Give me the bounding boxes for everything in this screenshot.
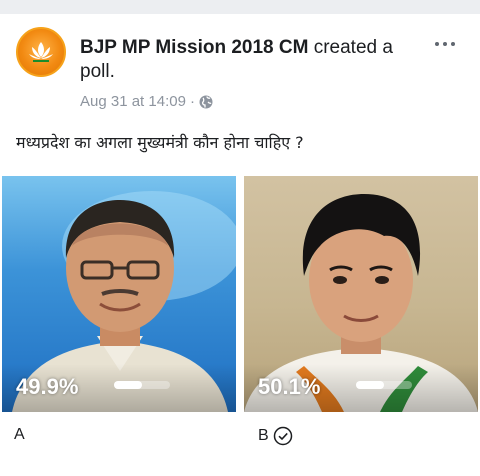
meta-separator: · [189, 93, 195, 110]
option-a-percent: 49.9% [16, 374, 79, 399]
feed-background-strip [0, 0, 480, 14]
facebook-post-screenshot: BJP MP Mission 2018 CM created a poll. A… [0, 0, 480, 476]
option-b-vote-bar [356, 381, 412, 389]
option-b-letter: B [258, 427, 269, 444]
more-options-icon [435, 42, 439, 46]
option-a-letter: A [14, 426, 25, 443]
post-meta: Aug 31 at 14:09 · [80, 93, 213, 110]
poll-option-a[interactable]: 49.9% [2, 176, 236, 412]
poll-option-b[interactable]: 50.1% [244, 176, 478, 412]
bjp-lotus-logo-icon [29, 42, 53, 62]
author-name-link[interactable]: BJP MP Mission 2018 CM [80, 37, 308, 58]
option-b-vote-bar-fill [356, 381, 385, 389]
option-a-label[interactable]: A [14, 426, 25, 444]
option-b-percent: 50.1% [258, 374, 321, 399]
globe-icon[interactable] [199, 95, 213, 109]
option-b-label[interactable]: B [258, 426, 293, 446]
more-options-dot [451, 42, 455, 46]
post-timestamp[interactable]: Aug 31 at 14:09 [80, 93, 186, 110]
more-options-button[interactable] [430, 36, 460, 52]
option-a-vote-bar [114, 381, 170, 389]
option-a-vote-bar-fill [114, 381, 142, 389]
page-avatar[interactable] [16, 27, 66, 77]
check-circle-icon [273, 426, 292, 446]
poll-question: मध्यप्रदेश का अगला मुख्यमंत्री कौन होना … [16, 133, 304, 152]
more-options-dot [443, 42, 447, 46]
post-header: BJP MP Mission 2018 CM created a poll. [80, 36, 425, 84]
